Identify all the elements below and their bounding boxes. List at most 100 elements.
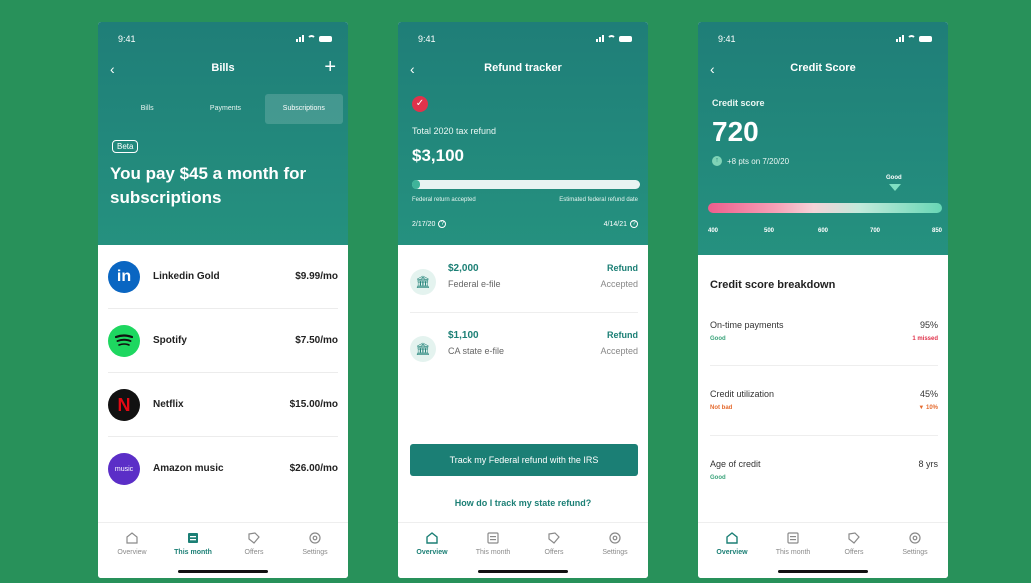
segment-payments[interactable]: Payments <box>186 94 264 124</box>
subscription-name: Netflix <box>153 399 184 410</box>
home-indicator <box>778 570 868 573</box>
tab-label: Overview <box>117 549 147 556</box>
state-refund-link[interactable]: How do I track my state refund? <box>398 498 648 508</box>
segment-subscriptions[interactable]: Subscriptions <box>264 94 343 124</box>
list-item[interactable]: Credit utilization 45% Not bad ▼ 10% <box>710 389 938 439</box>
score-gradient-bar <box>708 203 942 213</box>
battery-icon <box>919 36 932 42</box>
tab-settings[interactable]: Settings <box>884 531 946 556</box>
score-marker-icon <box>889 184 901 191</box>
status-time: 9:41 <box>718 34 736 44</box>
tab-label: This month <box>775 549 811 556</box>
factor-value: 8 yrs <box>918 459 938 469</box>
tab-settings[interactable]: Settings <box>584 531 646 556</box>
segment-control: Bills Payments Subscriptions <box>108 94 343 124</box>
page-title: Bills <box>211 62 235 74</box>
subscription-price: $15.00/mo <box>289 399 338 410</box>
score-scale: 400 500 600 700 850 <box>708 228 942 238</box>
nav-bar: ‹ Credit Score <box>698 60 948 80</box>
list-item[interactable]: 🏛 $1,100 CA state e-file Refund Accepted <box>410 324 638 384</box>
page-title: Credit Score <box>790 62 856 74</box>
credit-header: 9:41 ‹ Credit Score Credit score 720 ↑ +… <box>698 22 948 255</box>
score-marker-label: Good <box>886 175 902 181</box>
scale-tick: 700 <box>870 228 881 234</box>
amazon-music-logo-icon: music <box>108 453 140 485</box>
netflix-logo-icon: N <box>108 389 140 421</box>
credit-score-screen: 9:41 ‹ Credit Score Credit score 720 ↑ +… <box>698 22 948 578</box>
list-item[interactable]: N Netflix $15.00/mo <box>108 373 338 437</box>
refund-progress-fill <box>412 180 420 189</box>
nav-bar: ‹ Refund tracker <box>398 60 648 80</box>
tab-this-month[interactable]: This month <box>162 531 224 556</box>
tab-label: Offers <box>244 549 264 556</box>
credit-score-value: 720 <box>712 116 759 147</box>
tag-icon <box>548 532 560 544</box>
list-item[interactable]: music Amazon music $26.00/mo <box>108 437 338 501</box>
settings-icon <box>609 532 621 544</box>
list-item[interactable]: 🏛 $2,000 Federal e-file Refund Accepted <box>410 257 638 317</box>
subscription-price: $9.99/mo <box>295 271 338 282</box>
tab-bar: Overview This month Offers Settings <box>98 522 348 578</box>
tab-this-month[interactable]: This month <box>462 531 524 556</box>
factor-detail: ▼ 10% <box>918 405 938 411</box>
tab-offers[interactable]: Offers <box>523 531 585 556</box>
settings-icon <box>309 532 321 544</box>
subscription-price: $26.00/mo <box>289 463 338 474</box>
tab-offers[interactable]: Offers <box>823 531 885 556</box>
factor-status: Good <box>710 475 726 481</box>
divider <box>710 365 938 366</box>
tab-label: Settings <box>602 549 628 556</box>
tab-label: Overview <box>416 549 448 556</box>
list-item[interactable]: in Linkedin Gold $9.99/mo <box>108 245 338 309</box>
status-time: 9:41 <box>418 34 436 44</box>
tab-overview[interactable]: Overview <box>101 531 163 556</box>
track-irs-button[interactable]: Track my Federal refund with the IRS <box>410 444 638 476</box>
add-icon[interactable]: + <box>324 57 336 77</box>
list-item[interactable]: On-time payments 95% Good 1 missed <box>710 320 938 370</box>
linkedin-logo-icon: in <box>108 261 140 293</box>
refund-total-amount: $3,100 <box>412 146 464 165</box>
tab-this-month[interactable]: This month <box>762 531 824 556</box>
bank-icon: 🏛 <box>410 336 436 362</box>
bank-icon: 🏛 <box>410 269 436 295</box>
arrow-up-icon: ↑ <box>712 156 722 166</box>
filing-amount: $1,100 <box>448 330 479 341</box>
factor-status: Not bad <box>710 405 733 411</box>
tab-settings[interactable]: Settings <box>284 531 346 556</box>
tab-overview[interactable]: Overview <box>701 531 763 556</box>
system-icons <box>896 35 932 42</box>
signal-icon <box>296 35 304 42</box>
tab-bar: Overview This month Offers Settings <box>398 522 648 578</box>
nav-bar: ‹ Bills + <box>98 57 348 80</box>
tab-overview[interactable]: Overview <box>401 531 463 556</box>
help-icon[interactable]: ? <box>630 220 638 228</box>
accepted-date: 2/17/20 ? <box>412 220 447 228</box>
tab-label: Overview <box>716 549 748 556</box>
factor-name: Age of credit <box>710 459 761 469</box>
signal-icon <box>896 35 904 42</box>
filing-name: Federal e-file <box>448 279 501 289</box>
factor-value: 45% <box>919 389 938 399</box>
segment-bills[interactable]: Bills <box>108 94 186 124</box>
subscription-name: Amazon music <box>153 463 224 474</box>
estimated-refund-label: Estimated federal refund date <box>559 197 638 203</box>
status-bar: 9:41 <box>398 32 648 48</box>
scale-tick: 500 <box>764 228 775 234</box>
tab-label: Settings <box>902 549 928 556</box>
calendar-icon <box>487 532 499 544</box>
list-item[interactable]: Spotify $7.50/mo <box>108 309 338 373</box>
tab-label: Offers <box>844 549 864 556</box>
status-time: 9:41 <box>118 34 136 44</box>
factor-detail: 1 missed <box>912 336 938 342</box>
list-item[interactable]: Age of credit 8 yrs Good <box>710 459 938 509</box>
tab-label: This month <box>475 549 511 556</box>
federal-accepted-label: Federal return accepted <box>412 197 476 203</box>
status-bar: 9:41 <box>98 32 348 48</box>
scale-tick: 600 <box>818 228 829 234</box>
subscription-name: Spotify <box>153 335 187 346</box>
help-icon[interactable]: ? <box>438 220 447 228</box>
home-indicator <box>178 570 268 573</box>
estimated-date-text: 4/14/21 <box>603 220 627 228</box>
spotify-waves-icon <box>115 334 133 346</box>
tab-offers[interactable]: Offers <box>223 531 285 556</box>
